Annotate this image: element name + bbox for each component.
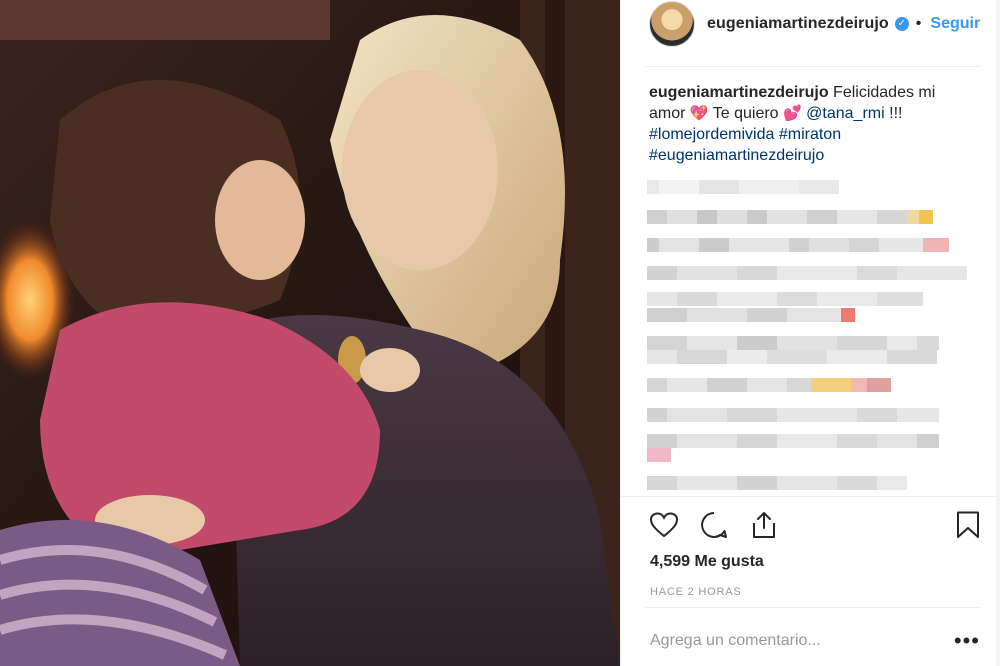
- pixelated-comment-line: [647, 448, 671, 462]
- comments-list-pixelated: [647, 168, 977, 494]
- header-separator-dot: •: [915, 15, 922, 32]
- hashtag-miraton[interactable]: #miraton: [779, 126, 841, 143]
- pixelated-comment-line: [647, 378, 891, 392]
- pixelated-comment-line: [647, 476, 907, 490]
- post-header: eugeniamartinezdeirujo ✓ • Seguir: [621, 0, 981, 48]
- comment-icon: [701, 512, 727, 538]
- share-button[interactable]: [749, 510, 779, 540]
- more-options-button[interactable]: •••: [954, 630, 980, 652]
- pixelated-comment-line: [647, 350, 937, 364]
- pixelated-comment-line: [647, 210, 933, 224]
- post-photo-image: [0, 0, 620, 666]
- heart-icon: [650, 512, 678, 538]
- verified-badge-icon: ✓: [894, 17, 909, 31]
- comment-box-divider: [645, 607, 981, 608]
- hashtag-lomejordemivida[interactable]: #lomejordemivida: [649, 126, 774, 143]
- actions-divider: [621, 496, 1000, 497]
- header-username[interactable]: eugeniamartinezdeirujo: [707, 15, 889, 33]
- pixelated-comment-line: [647, 266, 967, 280]
- add-comment-section: •••: [650, 628, 980, 654]
- pixelated-comment-line: [647, 336, 939, 350]
- post-photo: [0, 0, 620, 666]
- comment-button[interactable]: [699, 510, 729, 540]
- bookmark-icon: [957, 511, 979, 538]
- hashtag-eugeniamartinezdeirujo[interactable]: #eugeniamartinezdeirujo: [649, 147, 824, 164]
- like-button[interactable]: [649, 510, 679, 540]
- post-actions-bar: [649, 508, 983, 542]
- post-side-panel: eugeniamartinezdeirujo ✓ • Seguir eugeni…: [620, 0, 1000, 666]
- two-hearts-emoji: 💕: [783, 105, 802, 122]
- pixelated-comment-line: [647, 238, 949, 252]
- pixelated-comment-line: [647, 292, 923, 306]
- like-count[interactable]: 4,599 Me gusta: [650, 553, 764, 571]
- follow-button[interactable]: Seguir: [930, 15, 980, 33]
- save-button[interactable]: [953, 510, 983, 540]
- page-scrollbar[interactable]: [996, 0, 1000, 666]
- pixelated-comment-line: [647, 180, 839, 194]
- pixelated-comment-line: [647, 308, 855, 322]
- post-caption: eugeniamartinezdeirujo Felicidades mi am…: [649, 82, 969, 166]
- caption-username[interactable]: eugeniamartinezdeirujo: [649, 84, 829, 101]
- pixelated-comment-line: [647, 434, 939, 448]
- header-divider: [645, 66, 981, 67]
- share-icon: [753, 512, 775, 538]
- post-timestamp[interactable]: HACE 2 HORAS: [650, 586, 742, 598]
- caption-text-3: !!!: [889, 105, 903, 122]
- avatar[interactable]: [649, 1, 695, 47]
- comment-input[interactable]: [650, 632, 954, 650]
- caption-mention[interactable]: @tana_rmi: [806, 105, 885, 122]
- sparkling-heart-emoji: 💖: [689, 105, 709, 122]
- caption-text-2: Te quiero: [712, 105, 779, 122]
- pixelated-comment-line: [647, 408, 939, 422]
